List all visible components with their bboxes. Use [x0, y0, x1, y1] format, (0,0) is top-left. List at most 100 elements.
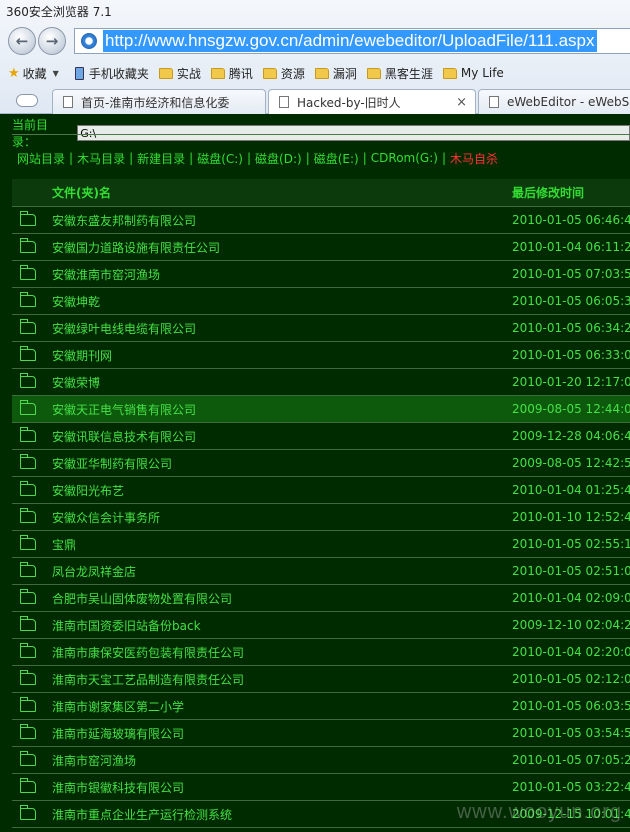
table-row[interactable]: 淮南市银徽科技有限公司 2010-01-05 03:22:42 [12, 774, 630, 801]
modified-time: 2010-01-05 02:51:02 [512, 564, 630, 578]
url-text[interactable]: http://www.hnsgzw.gov.cn/admin/ewebedito… [103, 30, 597, 52]
table-row[interactable]: 安徽绿叶电线电缆有限公司 2010-01-05 06:34:20 [12, 315, 630, 342]
folder-name-link[interactable]: 安徽淮南市窑河渔场 [52, 266, 160, 283]
modified-time: 2010-01-05 06:05:38 [512, 294, 630, 308]
folder-name-link[interactable]: 安徽东盛友邦制药有限公司 [52, 212, 196, 229]
forward-button[interactable]: → [38, 27, 66, 55]
browser-chrome: 360安全浏览器 7.1 ← → http://www.hnsgzw.gov.c… [0, 0, 630, 114]
tab-home[interactable]: 首页-淮南市经济和信息化委 [52, 89, 266, 114]
folder-name-link[interactable]: 淮南市银徽科技有限公司 [52, 779, 184, 796]
folder-name-link[interactable]: 淮南市天宝工艺品制造有限责任公司 [52, 671, 244, 688]
table-row[interactable]: 淮南市谢家集区第二小学 2010-01-05 06:03:54 [12, 693, 630, 720]
favorite-folder-resources[interactable]: 资源 [262, 65, 305, 82]
table-row[interactable]: 安徽讯联信息技术有限公司 2009-12-28 04:06:44 [12, 423, 630, 450]
table-row[interactable]: 安徽淮南市窑河渔场 2010-01-05 07:03:58 [12, 261, 630, 288]
nav-link[interactable]: 木马自杀 [450, 150, 498, 167]
table-row[interactable]: 安徽期刊网 2010-01-05 06:33:00 [12, 342, 630, 369]
modified-time: 2009-12-28 04:06:44 [512, 429, 630, 443]
folder-name-link[interactable]: 安徽国力道路设施有限责任公司 [52, 239, 220, 256]
folder-icon [20, 697, 36, 712]
favorite-folder-tencent[interactable]: 腾讯 [210, 65, 253, 82]
folder-name-link[interactable]: 宝鼎 [52, 536, 76, 553]
folder-name-link[interactable]: 淮南市康保安医药包装有限责任公司 [52, 644, 244, 661]
table-row[interactable]: 安徽亚华制药有限公司 2009-08-05 12:42:50 [12, 450, 630, 477]
table-row[interactable]: 淮南市康保安医药包装有限责任公司 2010-01-04 02:20:06 [12, 639, 630, 666]
folder-name-link[interactable]: 合肥市吴山固体废物处置有限公司 [52, 590, 232, 607]
folder-icon [20, 805, 36, 820]
modified-time: 2009-08-05 12:42:50 [512, 456, 630, 470]
nav-link[interactable]: 网站目录 [17, 150, 65, 167]
favorite-label: 漏洞 [332, 66, 357, 81]
folder-name-link[interactable]: 淮南市重点企业生产运行检测系统 [52, 806, 232, 823]
folder-name-link[interactable]: 安徽坤乾 [52, 293, 100, 310]
star-icon: ★ [8, 65, 20, 81]
folder-name-link[interactable]: 安徽讯联信息技术有限公司 [52, 428, 196, 445]
folder-icon [314, 67, 329, 79]
table-row[interactable]: 安徽荣博 2010-01-20 12:17:08 [12, 369, 630, 396]
folder-icon [20, 265, 36, 280]
nav-link[interactable]: CDRom(G:) [371, 151, 438, 165]
nav-link[interactable]: 磁盘(C:) [197, 150, 243, 167]
nav-link[interactable]: 新建目录 [137, 150, 185, 167]
modified-time: 2010-01-04 06:11:28 [512, 240, 630, 254]
favorite-folder-vulns[interactable]: 漏洞 [314, 65, 357, 82]
folder-name-link[interactable]: 淮南市延海玻璃有限公司 [52, 725, 184, 742]
favorite-folder-mylife[interactable]: My Life [442, 66, 504, 80]
table-row[interactable]: 安徽东盛友邦制药有限公司 2010-01-05 06:46:48 [12, 207, 630, 234]
folder-name-link[interactable]: 安徽绿叶电线电缆有限公司 [52, 320, 196, 337]
folder-name-link[interactable]: 凤台龙凤祥金店 [52, 563, 136, 580]
link-separator: | [441, 151, 446, 165]
table-row[interactable]: 淮南市延海玻璃有限公司 2010-01-05 03:54:52 [12, 720, 630, 747]
folder-icon [20, 643, 36, 658]
table-row[interactable]: 凤台龙凤祥金店 2010-01-05 02:51:02 [12, 558, 630, 585]
modified-time: 2010-01-05 07:03:58 [512, 267, 630, 281]
folder-icon [210, 67, 225, 79]
table-row[interactable]: 合肥市吴山固体废物处置有限公司 2010-01-04 02:09:06 [12, 585, 630, 612]
link-separator: | [69, 151, 74, 165]
table-row[interactable]: 安徽天正电气销售有限公司 2009-08-05 12:44:04 [12, 396, 630, 423]
folder-name-link[interactable]: 淮南市窑河渔场 [52, 752, 136, 769]
folder-name-link[interactable]: 安徽亚华制药有限公司 [52, 455, 172, 472]
table-row[interactable]: 安徽国力道路设施有限责任公司 2010-01-04 06:11:28 [12, 234, 630, 261]
table-row[interactable]: 安徽坤乾 2010-01-05 06:05:38 [12, 288, 630, 315]
column-header-time: 最后修改时间 [512, 186, 585, 200]
folder-name-link[interactable]: 淮南市国资委旧站备份back [52, 617, 201, 634]
folder-name-link[interactable]: 安徽阳光布艺 [52, 482, 124, 499]
favorite-label: My Life [460, 66, 504, 80]
table-row[interactable]: 淮南市国资委旧站备份back 2009-12-10 02:04:24 [12, 612, 630, 639]
tab-label: 首页-淮南市经济和信息化委 [81, 95, 230, 110]
folder-icon [20, 427, 36, 442]
address-bar[interactable]: http://www.hnsgzw.gov.cn/admin/ewebedito… [74, 28, 630, 54]
folder-name-link[interactable]: 淮南市谢家集区第二小学 [52, 698, 184, 715]
arrow-right-icon: → [45, 32, 59, 50]
cloud-icon[interactable] [16, 94, 38, 107]
phone-icon [74, 66, 84, 80]
close-icon[interactable]: × [456, 95, 467, 110]
modified-time: 2010-01-05 06:46:48 [512, 213, 630, 227]
table-row[interactable]: 淮南市天宝工艺品制造有限责任公司 2010-01-05 02:12:06 [12, 666, 630, 693]
folder-name-link[interactable]: 安徽荣博 [52, 374, 100, 391]
nav-link[interactable]: 磁盘(D:) [255, 150, 302, 167]
divider [12, 134, 630, 135]
folder-icon [20, 589, 36, 604]
favorite-folder-hacker[interactable]: 黑客生涯 [366, 65, 433, 82]
tab-hacked[interactable]: Hacked-by-旧时人 × [268, 89, 476, 114]
back-button[interactable]: ← [8, 27, 36, 55]
favorite-mobile[interactable]: 手机收藏夹 [74, 65, 149, 82]
table-row[interactable]: 安徽众信会计事务所 2010-01-10 12:52:44 [12, 504, 630, 531]
modified-time: 2010-01-05 03:22:42 [512, 780, 630, 794]
table-row[interactable]: 宝鼎 2010-01-05 02:55:10 [12, 531, 630, 558]
tab-ewebeditor[interactable]: eWebEditor - eWebS [478, 89, 630, 114]
favorite-label: 腾讯 [228, 66, 253, 81]
folder-icon [20, 562, 36, 577]
folder-name-link[interactable]: 安徽众信会计事务所 [52, 509, 160, 526]
table-row[interactable]: 安徽阳光布艺 2010-01-04 01:25:42 [12, 477, 630, 504]
folder-name-link[interactable]: 安徽期刊网 [52, 347, 112, 364]
favorite-folder-shizhan[interactable]: 实战 [158, 65, 201, 82]
modified-time: 2009-12-10 02:04:24 [512, 618, 630, 632]
folder-name-link[interactable]: 安徽天正电气销售有限公司 [52, 401, 196, 418]
table-row[interactable]: 淮南市窑河渔场 2010-01-05 07:05:26 [12, 747, 630, 774]
nav-link[interactable]: 磁盘(E:) [314, 150, 359, 167]
favorites-menu[interactable]: ★ 收藏 ▼ [8, 65, 65, 82]
nav-link[interactable]: 木马目录 [77, 150, 125, 167]
